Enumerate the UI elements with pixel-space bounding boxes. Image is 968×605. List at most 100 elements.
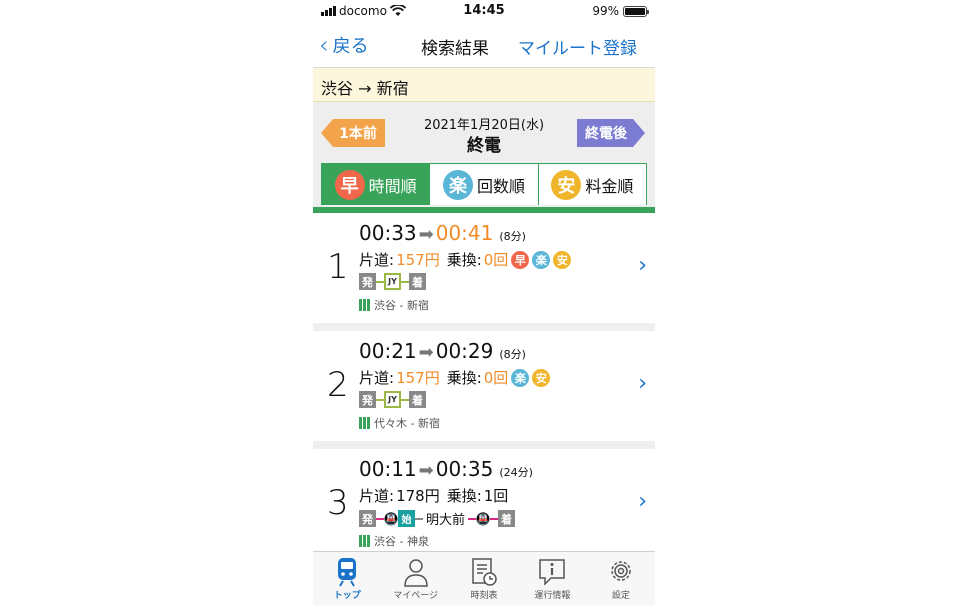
- line-segment: [376, 280, 384, 283]
- transfer-value: 0回: [483, 251, 509, 269]
- timetable-icon: [472, 558, 497, 586]
- train-icon: 🚇: [475, 511, 491, 526]
- fare-line: 片道: 157円 乗換: 0回 早 楽 安: [359, 249, 572, 270]
- result-row[interactable]: 3 00:11 ➡ 00:35 (24分) 片道: 178円 乗換: 1回 発 …: [313, 449, 655, 559]
- chevron-right-icon: ›: [638, 253, 647, 278]
- tab-label: 運行情報: [534, 591, 571, 601]
- route-path: 発 JY 着: [359, 391, 426, 408]
- arrive-marker: 着: [498, 510, 516, 527]
- tab-timetable[interactable]: 時刻表: [450, 552, 518, 605]
- train-icon: 🚇: [383, 511, 399, 526]
- train-icon: [338, 558, 357, 587]
- back-label: 戻る: [332, 36, 369, 57]
- start-station-marker: 始: [398, 510, 415, 527]
- departure-time: 00:33: [359, 221, 417, 245]
- departure-time: 00:21: [359, 339, 417, 363]
- tab-sort-transfers[interactable]: 楽 回数順: [430, 163, 539, 205]
- tab-top[interactable]: トップ: [313, 552, 381, 605]
- tab-service-info[interactable]: 運行情報: [518, 552, 586, 605]
- easy-icon: 楽: [442, 169, 473, 200]
- transfer-value: 1回: [483, 487, 509, 505]
- chevron-right-icon: ›: [638, 489, 647, 514]
- arrive-marker: 着: [409, 391, 426, 408]
- status-bar: docomo 14:45 99%: [313, 0, 655, 22]
- line-segment: [401, 280, 409, 283]
- gear-icon: [611, 561, 631, 581]
- line-segment: [490, 517, 499, 520]
- tab-label: 時刻表: [470, 591, 498, 601]
- arrival-time: 00:29: [435, 339, 494, 363]
- tab-label: 時間順: [368, 176, 417, 196]
- battery-icon: [623, 5, 649, 17]
- station-range: 代々木 - 新宿: [374, 417, 440, 430]
- depart-marker: 発: [359, 391, 376, 408]
- tab-label: マイページ: [393, 591, 439, 601]
- time-range: 00:11 ➡ 00:35 (24分): [359, 457, 533, 481]
- jy-line-icon: JY: [384, 391, 401, 408]
- cheap-icon: 安: [551, 169, 582, 200]
- duration: (24分): [499, 466, 533, 479]
- duration: (8分): [499, 348, 526, 361]
- station-info: 渋谷 - 神泉: [359, 533, 429, 549]
- tab-label: 設定: [611, 591, 630, 601]
- chevron-right-icon: ›: [638, 371, 647, 396]
- tab-sort-time[interactable]: 早 時間順: [321, 163, 431, 205]
- tab-label: トップ: [333, 591, 361, 601]
- nav-bar: ‹ 戻る 検索結果 マイルート登録: [313, 22, 655, 68]
- date-bar: 1本前 2021年1月20日(水) 終電 終電後: [313, 102, 655, 160]
- phone-screen: docomo 14:45 99% ‹ 戻る 検索結果 マイルート登録 渋谷 → …: [313, 0, 655, 605]
- register-route-button[interactable]: マイルート登録: [518, 34, 637, 59]
- result-number: 2: [327, 365, 349, 405]
- time-range: 00:21 ➡ 00:29 (8分): [359, 339, 526, 363]
- arrow-right-icon: ➡: [418, 342, 434, 363]
- depart-marker: 発: [359, 273, 376, 290]
- fare-line: 片道: 157円 乗換: 0回 楽 安: [359, 367, 551, 388]
- arrow-right-icon: ➡: [418, 460, 434, 481]
- station-range: 渋谷 - 神泉: [374, 535, 429, 548]
- back-button[interactable]: ‹ 戻る: [319, 32, 369, 58]
- result-row[interactable]: 2 00:21 ➡ 00:29 (8分) 片道: 157円 乗換: 0回 楽 安…: [313, 331, 655, 441]
- route-path: 発 JY 着: [359, 273, 426, 290]
- transfer-label: 乗換:: [446, 487, 482, 505]
- departure-time: 00:11: [359, 457, 417, 481]
- platform-icon: [359, 417, 370, 429]
- result-number: 3: [327, 483, 349, 523]
- tab-bar: トップ マイページ 時刻表 運行情報 設定: [313, 551, 655, 605]
- arrow-right-icon: ➡: [418, 224, 434, 245]
- arrive-marker: 着: [409, 273, 426, 290]
- fare-value: 157円: [396, 251, 440, 269]
- line-segment: [415, 517, 423, 520]
- person-icon: [403, 559, 428, 587]
- cheap-badge-icon: 安: [532, 368, 551, 387]
- via-station: 明大前: [426, 513, 466, 528]
- chevron-left-icon: ‹: [319, 31, 329, 59]
- route-path: 発 🚇 始 明大前 🚇 着: [359, 509, 516, 528]
- result-number: 1: [327, 247, 349, 287]
- route-label: 渋谷 → 新宿: [313, 68, 655, 102]
- fare-label: 片道:: [359, 251, 395, 269]
- tab-mypage[interactable]: マイページ: [381, 552, 449, 605]
- easy-badge-icon: 楽: [511, 368, 530, 387]
- tab-sort-fare[interactable]: 安 料金順: [538, 163, 647, 205]
- fast-icon: 早: [334, 169, 365, 200]
- arrival-time: 00:35: [435, 457, 494, 481]
- fare-line: 片道: 178円 乗換: 1回: [359, 485, 508, 506]
- result-row[interactable]: 1 00:33 ➡ 00:41 (8分) 片道: 157円 乗換: 0回 早 楽…: [313, 213, 655, 323]
- fast-badge-icon: 早: [511, 250, 530, 269]
- fare-label: 片道:: [359, 369, 395, 387]
- cheap-badge-icon: 安: [553, 250, 572, 269]
- platform-icon: [359, 535, 370, 547]
- after-last-train-button[interactable]: 終電後: [577, 119, 645, 147]
- jy-line-icon: JY: [384, 273, 401, 290]
- duration: (8分): [499, 230, 526, 243]
- line-segment: [401, 398, 409, 401]
- tab-settings[interactable]: 設定: [587, 552, 655, 605]
- tab-label: 料金順: [585, 176, 634, 196]
- tab-label: 回数順: [476, 176, 525, 196]
- time-range: 00:33 ➡ 00:41 (8分): [359, 221, 526, 245]
- platform-icon: [359, 299, 370, 311]
- result-list: 1 00:33 ➡ 00:41 (8分) 片道: 157円 乗換: 0回 早 楽…: [313, 213, 655, 559]
- transfer-label: 乗換:: [446, 251, 482, 269]
- transfer-label: 乗換:: [446, 369, 482, 387]
- easy-badge-icon: 楽: [532, 250, 551, 269]
